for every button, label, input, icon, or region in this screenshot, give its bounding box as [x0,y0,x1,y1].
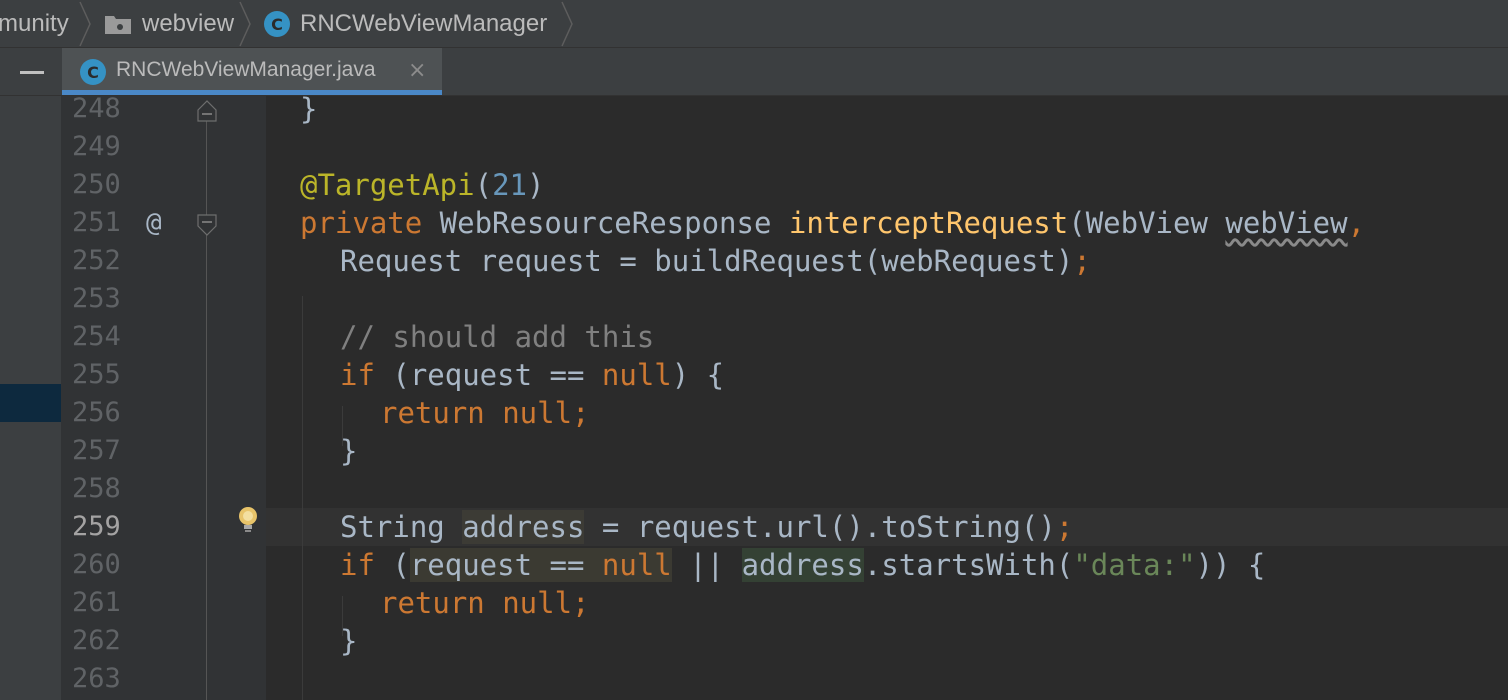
line-number: 262 [72,625,121,656]
line-number: 249 [72,131,121,162]
project-panel-strip [0,96,61,700]
code-token: ( [474,168,493,202]
breadcrumb-label: webview [142,10,235,37]
code-token: return null; [380,586,590,620]
code-editor[interactable]: } @TargetApi(21) private WebResourceResp… [266,96,1508,700]
code-token: 21 [492,168,527,202]
code-token: .startsWith( [863,548,1074,582]
code-token: ) { [671,358,725,392]
breadcrumb: munity webview C RNCWebViewManager [0,0,1508,48]
code-line-262: } [340,622,357,660]
code-token: ; [1055,510,1074,544]
code-token: ; [1073,244,1091,278]
code-line-257: } [340,432,357,470]
override-marker-icon[interactable]: @ [146,204,162,242]
code-token: } [340,624,358,658]
line-number: 256 [72,397,121,428]
lightbulb-icon[interactable] [235,505,261,537]
code-token: if [340,358,375,392]
code-token: @TargetApi [300,168,475,202]
code-token: = request.url().toString() [584,510,1056,544]
code-token: ) [527,168,545,202]
code-token: null [601,548,672,582]
chevron-right-icon [561,1,573,47]
code-token: , [1347,206,1366,240]
class-c-icon: C [264,11,290,37]
chevron-right-icon [239,1,251,47]
code-token: (WebView [1068,206,1226,240]
code-token: return null; [380,396,590,430]
code-comment: // should add this [340,320,655,354]
breadcrumb-item-webview[interactable]: webview [104,0,234,48]
code-line-260: if (request == null || address.startsWit… [340,546,1265,584]
breadcrumb-label: RNCWebViewManager [300,10,548,37]
code-string: "data:" [1073,548,1196,582]
line-number: 255 [72,359,121,390]
line-number-active: 259 [72,511,121,542]
code-token: if [340,548,375,582]
line-number: 254 [72,321,121,352]
code-token: } [300,96,318,126]
line-number: 263 [72,663,121,694]
code-line-251: private WebResourceResponse interceptReq… [300,204,1365,242]
folder-icon [105,16,131,34]
minimize-icon[interactable] [20,71,44,74]
chevron-right-icon [79,1,91,47]
code-token: (request == [374,358,602,392]
line-number: 248 [72,93,121,124]
line-number: 251 [72,207,121,238]
code-line-261: return null; [380,584,590,622]
code-token: interceptRequest [788,206,1069,240]
breadcrumb-item-rncwebviewmanager[interactable]: C RNCWebViewManager [264,0,547,48]
line-number: 258 [72,473,121,504]
close-icon[interactable]: × [408,58,426,83]
line-number: 253 [72,283,121,314]
code-token: ( [374,548,410,582]
code-token: null [601,358,672,392]
code-token: private [300,206,423,240]
indent-guide [302,296,303,700]
breadcrumb-item-community[interactable]: munity [0,0,71,48]
code-token: )) { [1195,548,1266,582]
warning-highlight: request == null [409,548,672,582]
line-number: 261 [72,587,121,618]
code-token: Request request = buildRequest(webReques… [340,244,1074,278]
code-token: || [671,548,742,582]
code-token: address [741,548,864,582]
tab-label: RNCWebViewManager.java [116,58,376,81]
line-number: 250 [72,169,121,200]
code-token: webView [1225,206,1348,240]
line-number: 252 [72,245,121,276]
editor-tab-bar: C RNCWebViewManager.java × [0,48,1508,96]
line-number: 260 [72,549,121,580]
code-line-250: @TargetApi(21) [300,166,544,204]
code-token: WebResourceResponse [422,206,789,240]
code-token: request == null [409,548,672,582]
code-line-259: String address = request.url().toString(… [340,508,1073,546]
code-line-248: } [300,96,317,128]
fold-start-icon[interactable] [197,214,217,238]
breadcrumb-label: munity [0,10,69,37]
code-line-255: if (request == null) { [340,356,724,394]
fold-end-icon[interactable] [197,98,217,122]
code-line-254: // should add this [340,318,654,356]
tab-rncwebviewmanager-java[interactable]: C RNCWebViewManager.java × [62,48,442,95]
fold-guide [206,110,207,700]
code-line-256: return null; [380,394,590,432]
code-token: } [340,434,358,468]
code-line-252: Request request = buildRequest(webReques… [340,242,1091,280]
selected-tree-row[interactable] [0,384,61,422]
code-token: address [462,510,585,544]
class-c-icon: C [80,59,106,85]
code-token: String [340,510,463,544]
line-number: 257 [72,435,121,466]
